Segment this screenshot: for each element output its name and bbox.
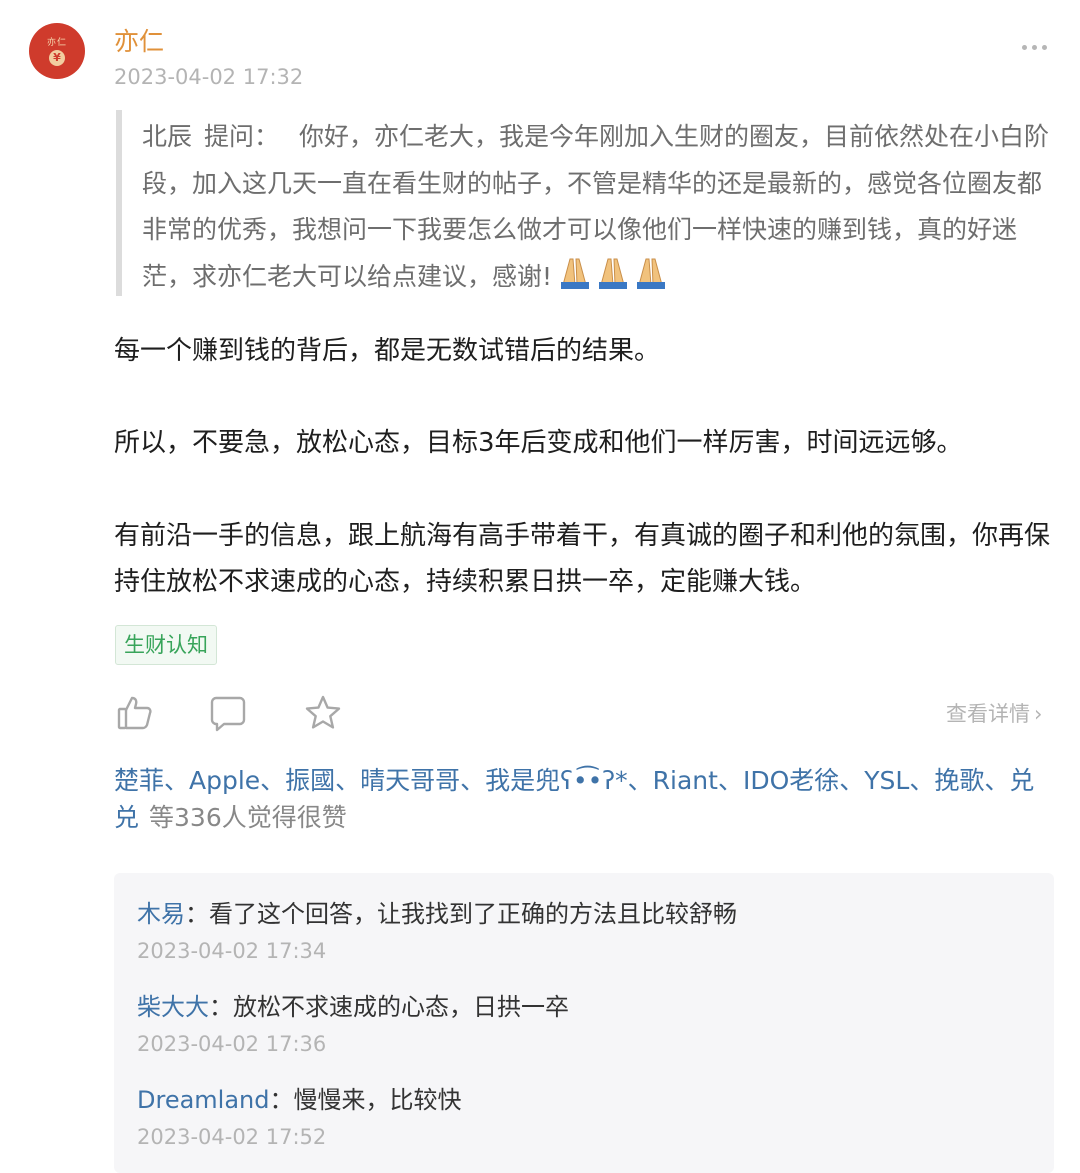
view-detail-link[interactable]: 查看详情 › [946, 700, 1042, 728]
likes-summary: 楚菲、Apple、振國、晴天哥哥、我是兜ʕ•͡•ʔ*、Riant、IDO老徐、Y… [114, 762, 1054, 836]
comment-separator: ： [185, 900, 209, 928]
comment-separator: ： [209, 993, 233, 1021]
chevron-right-icon: › [1034, 702, 1043, 726]
post-timestamp: 2023-04-02 17:32 [114, 65, 304, 89]
view-detail-label: 查看详情 [946, 702, 1030, 726]
avatar[interactable]: 亦仁 ¥ [29, 23, 85, 79]
comment-icon[interactable] [209, 694, 247, 732]
comment-item[interactable]: 木易：看了这个回答，让我找到了正确的方法且比较舒畅 2023-04-02 17:… [137, 897, 1037, 965]
comment-item[interactable]: Dreamland：慢慢来，比较快 2023-04-02 17:52 [137, 1083, 1037, 1151]
likes-count-text[interactable]: 等336人觉得很赞 [149, 803, 347, 832]
coin-icon: ¥ [49, 50, 65, 66]
question-block: 北辰 提问： 你好，亦仁老大，我是今年刚加入生财的圈友，目前依然处在小白阶段，加入这… [116, 110, 1054, 296]
star-icon[interactable] [304, 694, 342, 732]
question-text-block: 北辰 提问： 你好，亦仁老大，我是今年刚加入生财的圈友，目前依然处在小白阶段，加入这… [142, 114, 1054, 304]
answer-paragraph: 每一个赚到钱的背后，都是无数试错后的结果。 [114, 336, 661, 366]
comment-text: 慢慢来，比较快 [293, 1086, 462, 1114]
comment-timestamp: 2023-04-02 17:36 [137, 1032, 327, 1056]
more-dots-icon[interactable] [1022, 35, 1062, 51]
comment-text: 看了这个回答，让我找到了正确的方法且比较舒畅 [209, 900, 737, 928]
comment-separator: ： [269, 1086, 294, 1114]
comment-timestamp: 2023-04-02 17:34 [137, 939, 327, 963]
topic-tag[interactable]: 生财认知 [115, 625, 217, 665]
question-label: 提问： [204, 122, 280, 151]
question-asker[interactable]: 北辰 [142, 122, 192, 151]
thumbs-up-icon[interactable] [116, 694, 154, 732]
comment-timestamp: 2023-04-02 17:52 [137, 1125, 327, 1149]
comment-author[interactable]: 木易 [137, 900, 185, 928]
comment-item[interactable]: 柴大大：放松不求速成的心态，日拱一卒 2023-04-02 17:36 [137, 990, 1037, 1058]
author-name[interactable]: 亦仁 [114, 25, 164, 59]
comment-author[interactable]: Dreamland [137, 1086, 270, 1114]
praying-hands-icon [553, 255, 667, 305]
comment-author[interactable]: 柴大大 [137, 993, 209, 1021]
answer-paragraph: 所以，不要急，放松心态，目标3年后变成和他们一样厉害，时间远远够。 [114, 428, 963, 458]
avatar-label: 亦仁 [46, 38, 67, 48]
comment-text: 放松不求速成的心态，日拱一卒 [233, 993, 569, 1021]
answer-paragraph: 有前沿一手的信息，跟上航海有高手带着干，有真诚的圈子和利他的氛围，你再保持住放松… [114, 521, 1051, 597]
comments-section: 木易：看了这个回答，让我找到了正确的方法且比较舒畅 2023-04-02 17:… [114, 873, 1054, 1173]
